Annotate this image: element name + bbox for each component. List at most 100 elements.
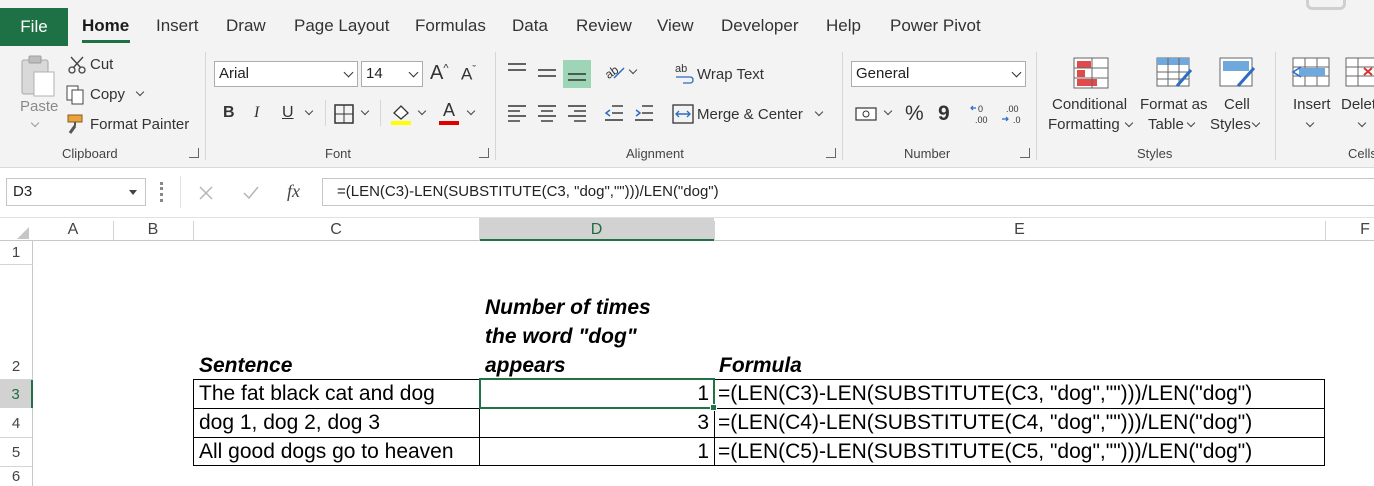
format-as-table-icon[interactable] <box>1155 56 1193 90</box>
comma-style-button[interactable]: 9 <box>938 102 950 126</box>
cell-styles-line1[interactable]: Cell <box>1224 96 1250 113</box>
percent-style-button[interactable]: % <box>905 102 924 126</box>
formula-input[interactable]: =(LEN(C3)-LEN(SUBSTITUTE(C3, "dog","")))… <box>322 178 1374 206</box>
column-header-f[interactable]: F <box>1325 218 1374 241</box>
row-header-3[interactable]: 3 <box>0 379 33 408</box>
font-name-select[interactable]: Arial <box>214 61 358 87</box>
copy-chevron-icon[interactable] <box>135 87 145 97</box>
accounting-format-icon[interactable] <box>855 104 879 124</box>
copy-icon[interactable] <box>66 85 86 105</box>
header-count-line3[interactable]: appears <box>485 351 566 380</box>
decrease-decimal-icon[interactable]: .00 .0 <box>1000 103 1024 125</box>
merge-center-button[interactable]: Merge & Center <box>697 106 803 123</box>
conditional-formatting-chevron-icon[interactable] <box>1124 118 1134 128</box>
align-right-icon[interactable] <box>567 104 587 122</box>
cancel-icon[interactable] <box>198 185 214 201</box>
tab-file[interactable]: File <box>0 8 68 46</box>
tab-insert[interactable]: Insert <box>156 16 199 36</box>
align-left-icon[interactable] <box>507 104 527 122</box>
cell-c5[interactable]: All good dogs go to heaven <box>199 438 454 466</box>
row-divider[interactable] <box>0 466 33 467</box>
row-header-1[interactable]: 1 <box>0 241 33 264</box>
merge-chevron-icon[interactable] <box>814 107 824 117</box>
column-header-e[interactable]: E <box>714 218 1325 241</box>
increase-decimal-icon[interactable]: 0 .00 <box>970 103 994 125</box>
column-divider[interactable] <box>479 221 480 241</box>
number-format-select[interactable]: General <box>851 61 1026 87</box>
cell-styles-icon[interactable] <box>1218 56 1256 90</box>
row-divider[interactable] <box>0 379 33 380</box>
header-sentence[interactable]: Sentence <box>199 351 292 380</box>
copy-button[interactable]: Copy <box>90 86 125 103</box>
tab-help[interactable]: Help <box>826 16 861 36</box>
align-bottom-icon[interactable] <box>567 64 587 84</box>
clipboard-launcher-icon[interactable] <box>189 148 199 158</box>
format-as-table-line1[interactable]: Format as <box>1140 96 1208 113</box>
account-icon[interactable] <box>1306 0 1346 10</box>
wrap-text-icon[interactable]: ab <box>674 62 694 84</box>
cell-c4[interactable]: dog 1, dog 2, dog 3 <box>199 409 380 437</box>
tab-draw[interactable]: Draw <box>226 16 266 36</box>
align-center-icon[interactable] <box>537 104 557 122</box>
conditional-formatting-line2[interactable]: Formatting <box>1048 116 1120 133</box>
delete-cells-button[interactable]: Delet <box>1341 96 1374 113</box>
number-launcher-icon[interactable] <box>1020 148 1030 158</box>
formula-bar-grip-icon[interactable] <box>160 182 163 202</box>
delete-chevron-icon[interactable] <box>1357 118 1367 128</box>
tab-view[interactable]: View <box>657 16 694 36</box>
cell-c3[interactable]: The fat black cat and dog <box>199 380 435 408</box>
borders-icon[interactable] <box>334 104 354 124</box>
cell-e4[interactable]: =(LEN(C4)-LEN(SUBSTITUTE(C4, "dog","")))… <box>718 409 1252 437</box>
column-header-a[interactable]: A <box>33 218 113 241</box>
insert-cells-button[interactable]: Insert <box>1293 96 1331 113</box>
bold-button[interactable]: B <box>223 104 235 122</box>
italic-button[interactable]: I <box>254 104 259 122</box>
orientation-chevron-icon[interactable] <box>628 65 638 75</box>
column-divider[interactable] <box>113 221 114 241</box>
tab-data[interactable]: Data <box>512 16 548 36</box>
tab-formulas[interactable]: Formulas <box>415 16 486 36</box>
fill-color-icon[interactable] <box>390 102 412 126</box>
decrease-indent-icon[interactable] <box>604 104 624 122</box>
merge-center-icon[interactable] <box>672 104 694 124</box>
orientation-icon[interactable]: ab <box>604 62 626 82</box>
row-header-5[interactable]: 5 <box>0 437 33 466</box>
paste-chevron-icon[interactable] <box>30 118 40 128</box>
alignment-launcher-icon[interactable] <box>826 148 836 158</box>
row-header-6[interactable]: 6 <box>0 466 33 486</box>
borders-chevron-icon[interactable] <box>360 106 370 116</box>
insert-cells-icon[interactable] <box>1291 56 1331 88</box>
font-color-chevron-icon[interactable] <box>466 106 476 116</box>
row-divider[interactable] <box>0 437 33 438</box>
column-header-b[interactable]: B <box>113 218 193 241</box>
column-divider[interactable] <box>1325 221 1326 241</box>
cell-styles-chevron-icon[interactable] <box>1251 118 1261 128</box>
fill-handle[interactable] <box>710 404 717 411</box>
row-header-4[interactable]: 4 <box>0 408 33 437</box>
increase-font-size-icon[interactable]: A^ <box>430 62 449 85</box>
row-divider[interactable] <box>0 264 33 265</box>
header-count-line2[interactable]: the word "dog" <box>485 322 637 351</box>
format-painter-icon[interactable] <box>65 113 87 135</box>
insert-function-icon[interactable]: fx <box>287 181 300 202</box>
tab-developer[interactable]: Developer <box>721 16 799 36</box>
font-color-icon[interactable]: A <box>443 100 455 121</box>
cut-icon[interactable] <box>68 56 86 74</box>
increase-indent-icon[interactable] <box>634 104 654 122</box>
conditional-formatting-icon[interactable] <box>1072 56 1110 90</box>
enter-icon[interactable] <box>242 185 260 201</box>
paste-icon[interactable] <box>18 54 56 98</box>
underline-chevron-icon[interactable] <box>304 106 314 116</box>
format-as-table-chevron-icon[interactable] <box>1186 118 1196 128</box>
tab-review[interactable]: Review <box>576 16 632 36</box>
tab-power-pivot[interactable]: Power Pivot <box>890 16 981 36</box>
font-launcher-icon[interactable] <box>479 148 489 158</box>
format-painter-button[interactable]: Format Painter <box>90 116 189 133</box>
underline-button[interactable]: U <box>282 104 294 122</box>
column-divider[interactable] <box>714 221 715 241</box>
delete-cells-icon[interactable] <box>1344 56 1374 88</box>
cell-e3[interactable]: =(LEN(C3)-LEN(SUBSTITUTE(C3, "dog","")))… <box>718 380 1252 408</box>
name-box[interactable]: D3 <box>6 178 146 206</box>
cell-styles-line2[interactable]: Styles <box>1210 116 1251 133</box>
column-header-d[interactable]: D <box>479 218 714 241</box>
